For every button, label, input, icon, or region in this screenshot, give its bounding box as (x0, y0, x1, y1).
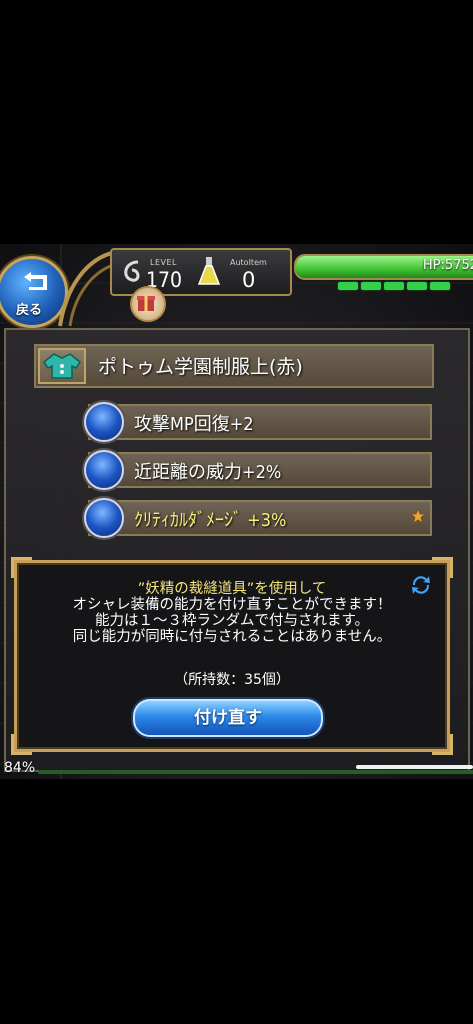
back-label: 戻る (15, 303, 42, 318)
uniform-icon (42, 353, 82, 379)
info-dialog: ”妖精の裁縫道具”を使用して オシャレ装備の能力を付け直すことができます！ 能力… (11, 557, 453, 755)
mp-segment (361, 282, 381, 290)
stat-label: 近距離の威力+2% (134, 462, 282, 483)
swirl-icon (124, 260, 140, 282)
item-name-plate: ポトゥム学園制服上(赤) (34, 344, 434, 388)
frame-corner (432, 734, 453, 755)
frame-corner (11, 734, 32, 755)
potion-flask-icon[interactable] (198, 256, 220, 288)
stat-label: 攻撃MP回復+2 (134, 414, 254, 435)
game-screen: 戻る LEVEL 170 AutoItem 0 HP:5752 ポトゥム学園制服… (0, 244, 473, 779)
info-line-1: ”妖精の裁縫道具”を使用して (137, 581, 327, 597)
autoitem-value: 0 (242, 268, 256, 292)
level-caption: LEVEL (150, 258, 177, 267)
owned-count: （所持数：35個） (174, 672, 290, 688)
autoitem-caption: AutoItem (230, 258, 267, 267)
mp-segment (430, 282, 450, 290)
top-status-bar: 戻る LEVEL 170 AutoItem 0 HP:5752 (0, 244, 473, 328)
progress-percent: 84% (4, 760, 36, 776)
slot-orb-icon (84, 498, 124, 538)
info-line-4: 同じ能力が同時に付与されることはありません。 (72, 629, 392, 645)
frame-corner (432, 557, 453, 578)
star-icon (410, 508, 426, 524)
slot-orb-icon (84, 450, 124, 490)
home-indicator (356, 765, 473, 769)
stat-slot-3: ｸﾘﾃｨｶﾙﾀﾞﾒｰｼﾞ +3% (84, 498, 432, 538)
return-arrow-icon (24, 272, 47, 290)
mp-segment (384, 282, 404, 290)
mp-segment (407, 282, 427, 290)
frame-corner (11, 557, 32, 578)
gift-box-icon[interactable] (130, 286, 166, 322)
armor-icon (38, 348, 86, 384)
gift-icon (137, 296, 155, 311)
slot-orb-icon (84, 402, 124, 442)
stat-slot-1: 攻撃MP回復+2 (84, 402, 432, 442)
reattach-button[interactable]: 付け直す (133, 699, 323, 737)
hp-bar: HP:5752 (294, 254, 473, 280)
mp-segments (338, 282, 450, 290)
stat-label: ｸﾘﾃｨｶﾙﾀﾞﾒｰｼﾞ +3% (134, 510, 287, 531)
hp-text: HP:5752 (422, 258, 473, 273)
info-line-2: オシャレ装備の能力を付け直すことができます！ (72, 597, 392, 613)
info-line-3: 能力は１～３枠ランダムで付与されます。 (94, 613, 370, 629)
item-name: ポトゥム学園制服上(赤) (98, 356, 303, 378)
progress-track (38, 770, 473, 774)
mp-segment (338, 282, 358, 290)
stat-slot-2: 近距離の威力+2% (84, 450, 432, 490)
